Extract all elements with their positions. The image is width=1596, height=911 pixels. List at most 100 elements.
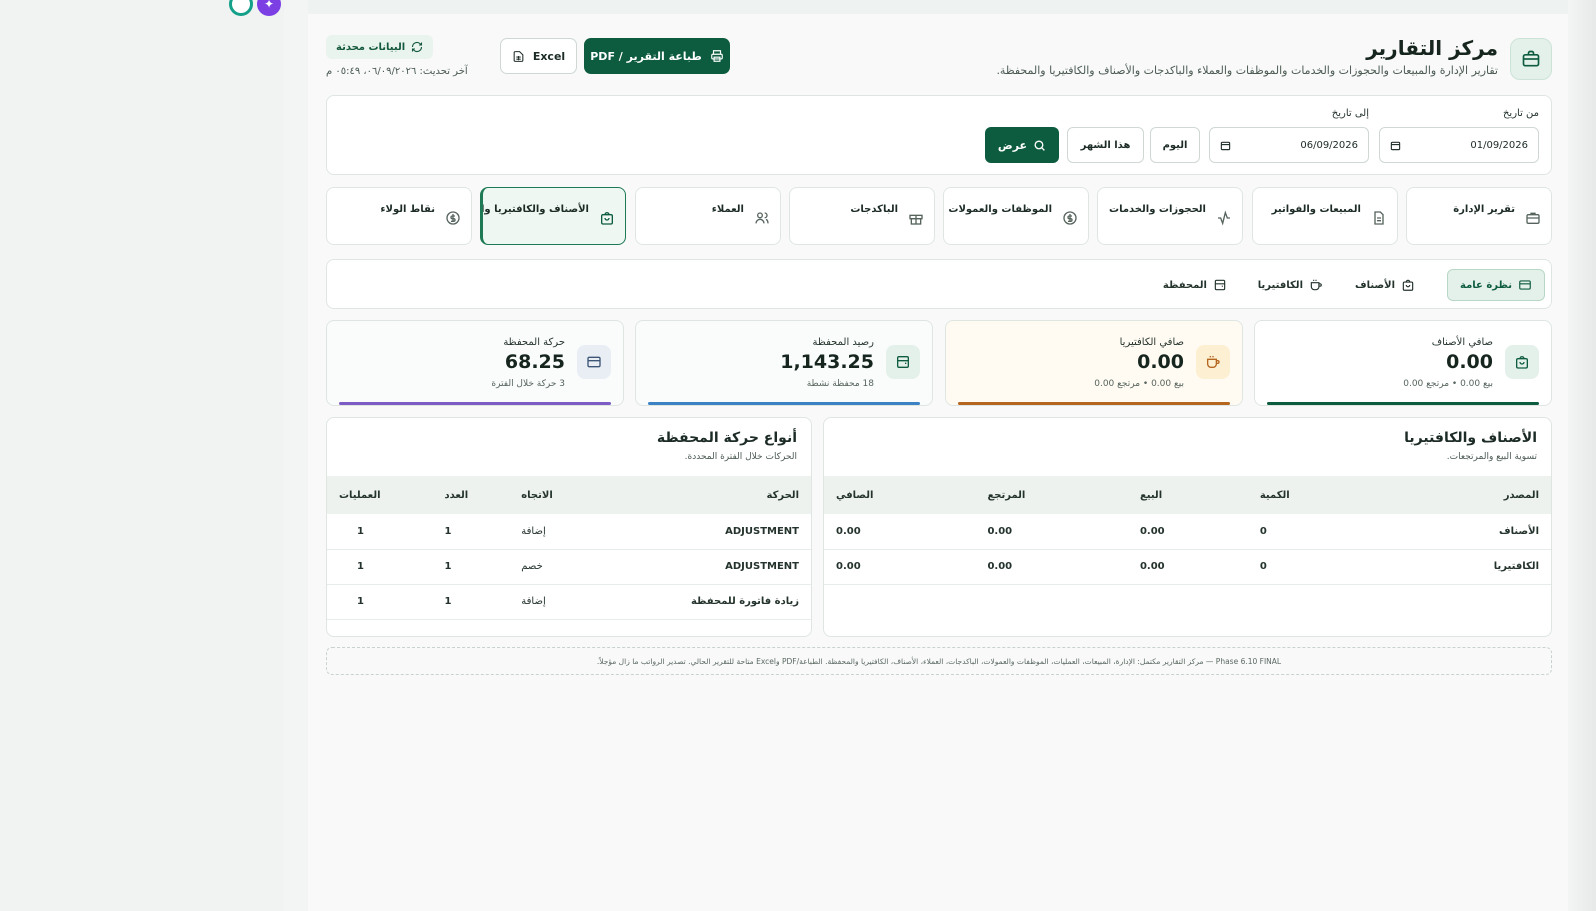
kpi-value: 0.00 — [1137, 351, 1184, 373]
kpi-value: 0.00 — [1446, 351, 1493, 373]
tab-staff-commissions[interactable]: الموظفات والعمولات — [943, 187, 1089, 245]
scrollbar-track[interactable] — [1568, 0, 1596, 911]
table-cell: 0.00 — [975, 514, 1128, 550]
to-date-input[interactable]: 06/09/2026 — [1209, 127, 1369, 163]
kpi-title: صافي الكافتيريا — [1119, 337, 1184, 348]
kpi-accent-bar — [339, 402, 611, 405]
gift-icon — [908, 210, 924, 226]
tab-label: الأصناف والكافتيريا والمحفظة — [480, 204, 589, 215]
column-header: الصافي — [824, 476, 976, 514]
panel-title: الأصناف والكافتيريا — [1404, 430, 1537, 446]
updated-badge-label: البيانات محدثة — [336, 41, 406, 53]
to-date-label: إلى تاريخ — [1331, 108, 1369, 119]
kpi-value: 1,143.25 — [780, 351, 874, 373]
table-header-row: المصدر الكمية البيع المرتجع الصافي — [824, 476, 1551, 514]
tab-packages[interactable]: الباكدجات — [789, 187, 935, 245]
table-cell: 1 — [327, 549, 433, 585]
kpi-cafeteria-net: صافي الكافتيريا 0.00 بيع 0.00 • مرتجع 0.… — [945, 320, 1243, 406]
excel-export-button[interactable]: Excel — [500, 38, 577, 74]
print-pdf-button[interactable]: طباعة التقرير / PDF — [584, 38, 730, 74]
column-header: البيع — [1127, 476, 1248, 514]
search-icon — [1033, 139, 1046, 152]
footer-note: Phase 6.10 FINAL — مركز التقارير مكتمل: … — [326, 647, 1552, 675]
bag-icon — [1401, 278, 1415, 292]
kpi-accent-bar — [1267, 402, 1539, 405]
panel-subtitle: تسوية البيع والمرتجعات. — [1446, 452, 1537, 462]
kpi-wallet-movement: حركة المحفظة 68.25 3 حركة خلال الفترة — [326, 320, 624, 406]
tab-label: نقاط الولاء — [380, 204, 435, 215]
table-cell: الكافتيريا — [1380, 549, 1551, 585]
top-strip — [308, 0, 1570, 14]
items-cafeteria-panel: الأصناف والكافتيريا تسوية البيع والمرتجع… — [823, 417, 1552, 637]
show-button[interactable]: عرض — [985, 127, 1059, 163]
table-cell: إضافة — [509, 514, 599, 550]
subtab-label: المحفظة — [1162, 279, 1207, 291]
subtab-overview[interactable]: نظرة عامة — [1447, 269, 1545, 301]
subtab-cafeteria[interactable]: الكافتيريا — [1258, 269, 1323, 301]
excel-label: Excel — [532, 49, 566, 63]
wallet-movement-panel: أنواع حركة المحفظة الحركات خلال الفترة ا… — [326, 417, 812, 637]
last-update-text: آخر تحديث: ٠٦/٠٩/٢٠٢٦، ٠٥:٤٩ م — [326, 66, 468, 77]
subtab-label: الكافتيريا — [1257, 279, 1303, 291]
bag-icon — [599, 210, 615, 226]
kpi-value: 68.25 — [504, 351, 565, 373]
cup-icon — [1309, 278, 1323, 292]
column-header: الاتجاه — [509, 476, 599, 514]
panel-title: أنواع حركة المحفظة — [656, 430, 797, 446]
kpi-wallet-balance: رصيد المحفظة 1,143.25 18 محفظة نشطة — [635, 320, 933, 406]
users-icon — [754, 210, 770, 226]
cup-icon — [1196, 345, 1230, 379]
printer-icon — [710, 49, 724, 63]
tab-items-cafeteria-wallet[interactable]: الأصناف والكافتيريا والمحفظة — [480, 187, 626, 245]
to-date-value: 06/09/2026 — [1300, 139, 1358, 151]
table-cell: 1 — [432, 514, 510, 550]
subtab-wallet[interactable]: المحفظة — [1163, 269, 1227, 301]
tab-label: العملاء — [711, 204, 744, 215]
card-icon — [1518, 278, 1532, 292]
sub-tabs-bar: نظرة عامة الأصناف الكافتيريا المحفظة — [326, 259, 1552, 309]
subtab-items[interactable]: الأصناف — [1355, 269, 1415, 301]
panel-subtitle: الحركات خلال الفترة المحددة. — [684, 452, 797, 462]
kpi-subtext: 18 محفظة نشطة — [806, 379, 874, 389]
table-row: ADJUSTMENT خصم 1 1 — [327, 549, 811, 585]
column-header: المصدر — [1380, 476, 1551, 514]
from-date-input[interactable]: 01/09/2026 — [1379, 127, 1539, 163]
table-cell: 0.00 — [824, 549, 976, 585]
column-header: الكمية — [1247, 476, 1381, 514]
table-row: زيادة فاتورة للمحفظة إضافة 1 1 — [327, 584, 811, 620]
table-cell: 0 — [1247, 514, 1381, 550]
data-updated-badge: البيانات محدثة — [326, 35, 434, 59]
spreadsheet-icon — [512, 50, 525, 63]
tab-customers[interactable]: العملاء — [635, 187, 781, 245]
table-cell: إضافة — [509, 584, 599, 620]
tab-bookings-services[interactable]: الحجوزات والخدمات — [1097, 187, 1243, 245]
this-month-button[interactable]: هذا الشهر — [1067, 127, 1144, 163]
tab-loyalty-points[interactable]: نقاط الولاء — [326, 187, 472, 245]
date-filter-panel: من تاريخ 01/09/2026 إلى تاريخ 06/09/2026… — [326, 95, 1552, 175]
table-cell: ADJUSTMENT — [598, 514, 811, 550]
today-button[interactable]: اليوم — [1150, 127, 1200, 163]
column-header: المرتجع — [975, 476, 1128, 514]
from-date-value: 01/09/2026 — [1470, 139, 1528, 151]
print-pdf-label: طباعة التقرير / PDF — [590, 49, 702, 63]
calendar-icon — [1390, 140, 1401, 151]
bag-icon — [1505, 345, 1539, 379]
table-cell: خصم — [509, 549, 599, 585]
table-cell: الأصناف — [1380, 514, 1551, 550]
table-cell: 1 — [432, 584, 510, 620]
kpi-accent-bar — [648, 402, 920, 405]
kpi-items-net: صافي الأصناف 0.00 بيع 0.00 • مرتجع 0.00 — [1254, 320, 1552, 406]
left-gutter — [0, 0, 284, 911]
table-cell: 1 — [432, 549, 510, 585]
tab-management-report[interactable]: تقرير الإدارة — [1406, 187, 1552, 245]
calendar-icon — [1220, 140, 1231, 151]
tab-sales-invoices[interactable]: المبيعات والفواتير — [1252, 187, 1398, 245]
table-cell: 0.00 — [1127, 549, 1248, 585]
from-date-label: من تاريخ — [1502, 108, 1539, 119]
items-cafeteria-table: المصدر الكمية البيع المرتجع الصافي الأصن… — [824, 476, 1551, 585]
wallet-icon — [886, 345, 920, 379]
table-cell: 0.00 — [975, 549, 1128, 585]
briefcase-icon — [1510, 38, 1552, 80]
kpi-accent-bar — [958, 402, 1230, 405]
table-row: الأصناف 0 0.00 0.00 0.00 — [824, 514, 1551, 550]
